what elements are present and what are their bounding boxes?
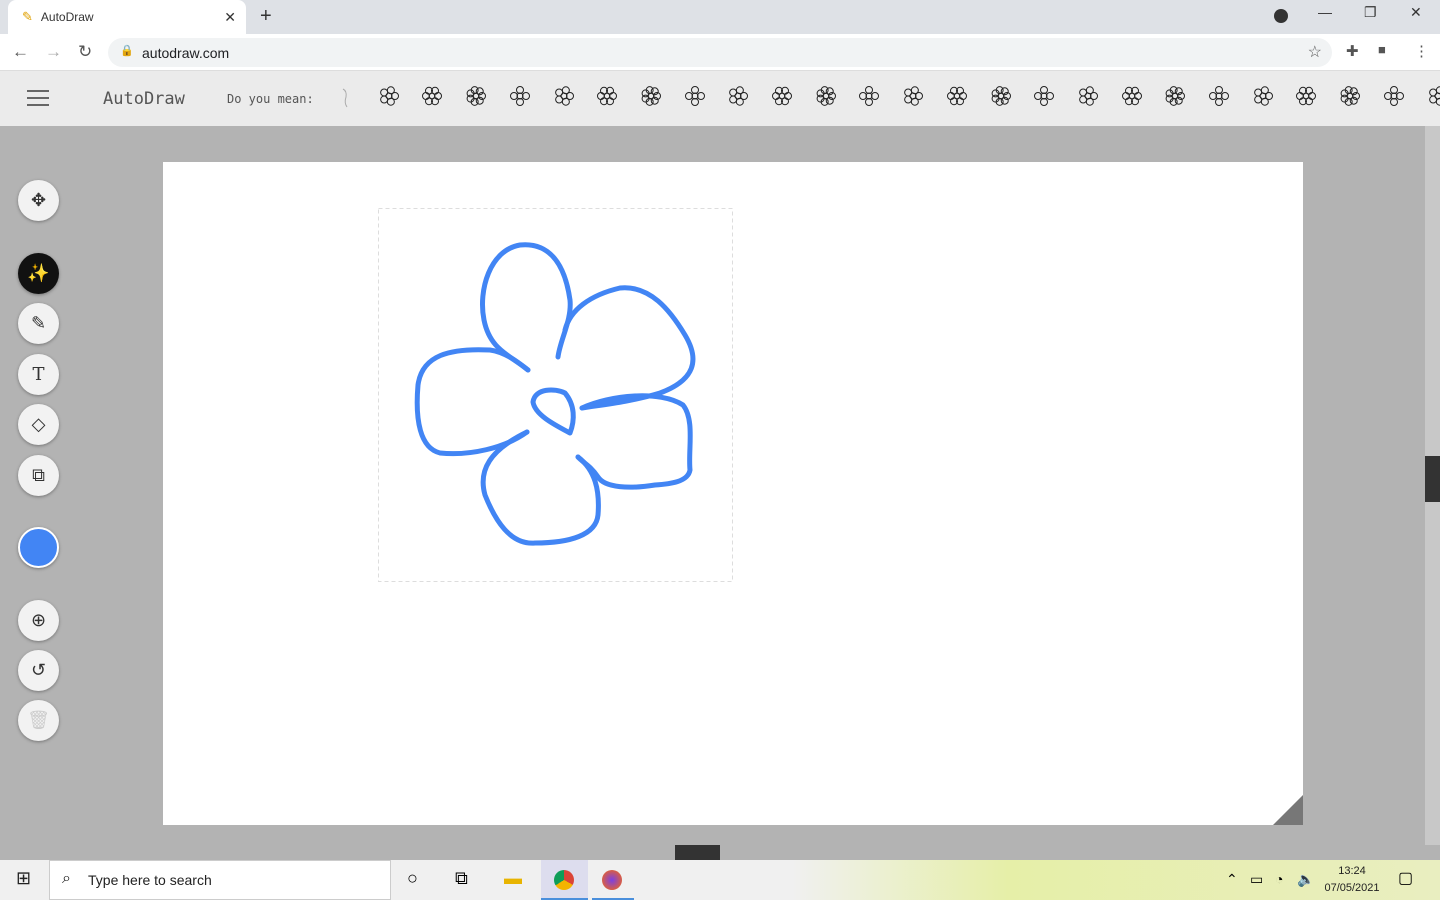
suggestion-frame-icon[interactable] — [1162, 85, 1188, 111]
color-picker-button[interactable] — [18, 527, 59, 568]
cortana-icon[interactable]: ○ — [407, 868, 418, 889]
draw-tool-button[interactable]: ✎ — [18, 303, 59, 344]
show-hidden-icons[interactable]: ⌃ — [1226, 871, 1238, 888]
extensions-icon[interactable]: ✚ — [1346, 42, 1359, 60]
task-view-icon[interactable]: ⧉ — [455, 868, 468, 889]
suggestion-flower-icon[interactable] — [376, 85, 402, 111]
suggestion-tripod-icon[interactable] — [594, 85, 620, 111]
clock[interactable]: 13:24 07/05/2021 — [1320, 863, 1384, 897]
autodraw-tool-button[interactable]: ✨ — [18, 253, 59, 294]
volume-icon[interactable]: 🔈 — [1297, 871, 1314, 888]
new-tab-button[interactable]: + — [260, 5, 272, 28]
suggestion-flower-7-icon[interactable] — [1337, 85, 1363, 111]
zoom-tool-button[interactable]: ⊕ — [18, 600, 59, 641]
browser-tab[interactable]: ✎ AutoDraw ✕ — [8, 0, 246, 34]
suggestion-cross-icon[interactable] — [551, 85, 577, 111]
meet-now-icon[interactable]: ▭ — [1250, 871, 1263, 888]
suggestion-cherry-icon[interactable] — [900, 85, 926, 111]
forward-button[interactable]: → — [45, 42, 62, 62]
suggestion-flower-5-icon[interactable] — [1075, 85, 1101, 111]
suggestion-plant-icon[interactable] — [507, 85, 533, 111]
notifications-icon[interactable]: ▢ — [1398, 868, 1413, 888]
taskbar-search-input[interactable]: ⌕ Type here to search — [49, 860, 391, 900]
suggestion-doodle-icon[interactable] — [332, 85, 358, 111]
suggestion-hand-icon[interactable] — [1425, 85, 1440, 111]
suggestion-door-icon[interactable] — [1206, 85, 1232, 111]
app-header: AutoDraw Do you mean: — [0, 71, 1440, 126]
firefox-taskbar-button[interactable] — [592, 860, 634, 900]
reload-button[interactable]: ↻ — [78, 42, 92, 62]
address-bar-row: ← → ↻ 🔒 autodraw.com ☆ ✚ ■ ⋮ — [0, 34, 1440, 71]
restore-button[interactable]: ❐ — [1364, 4, 1377, 21]
back-button[interactable]: ← — [12, 42, 29, 62]
fill-tool-button[interactable]: ◇ — [18, 404, 59, 445]
suggestion-cherries-icon[interactable] — [944, 85, 970, 111]
profile-icon[interactable] — [1274, 9, 1288, 23]
tab-title: AutoDraw — [40, 10, 94, 24]
firefox-icon — [602, 870, 622, 890]
move-tool-button[interactable]: ✥ — [18, 180, 59, 221]
suggestion-tree-icon[interactable] — [725, 85, 751, 111]
type-tool-button[interactable]: T — [18, 354, 59, 395]
suggestion-key-icon[interactable] — [988, 85, 1014, 111]
suggestion-brush-icon[interactable] — [1250, 85, 1276, 111]
hamburger-menu-icon[interactable] — [27, 90, 49, 106]
suggestion-flower-6-icon[interactable] — [1293, 85, 1319, 111]
app-logo: AutoDraw — [103, 89, 185, 109]
autodraw-favicon-icon: ✎ — [22, 9, 33, 24]
url-input[interactable]: 🔒 autodraw.com ☆ — [108, 38, 1332, 67]
windows-taskbar: ⊞ ⌕ Type here to search ○ ⧉ ▬ ⌃ ▭ ◔ 🔈 13… — [0, 860, 1440, 900]
browser-menu-icon[interactable]: ⋮ — [1414, 42, 1429, 60]
bookmark-star-icon[interactable]: ☆ — [1308, 42, 1322, 62]
suggestion-fan-icon[interactable] — [682, 85, 708, 111]
chrome-icon — [554, 870, 574, 890]
undo-button[interactable]: ↺ — [18, 650, 59, 691]
windows-start-icon[interactable]: ⊞ — [16, 868, 31, 889]
suggestion-grapes-icon[interactable] — [856, 85, 882, 111]
browser-tab-bar: ✎ AutoDraw ✕ + — ❐ ✕ — [0, 0, 1440, 34]
suggestion-flower-3-icon[interactable] — [463, 85, 489, 111]
flower-drawing — [414, 242, 696, 546]
time: 13:24 — [1338, 865, 1366, 877]
search-placeholder: Type here to search — [88, 872, 212, 888]
extension-icon[interactable]: ■ — [1378, 42, 1386, 57]
wifi-icon[interactable]: ◔ — [1275, 871, 1283, 887]
horizontal-scroll-thumb[interactable] — [675, 845, 720, 860]
suggestion-label: Do you mean: — [227, 92, 314, 106]
url-text: autodraw.com — [142, 45, 230, 61]
suggestion-clover-icon[interactable] — [1381, 85, 1407, 111]
drawing-canvas[interactable] — [163, 162, 1303, 825]
date: 07/05/2021 — [1324, 882, 1380, 894]
canvas-resize-handle[interactable] — [1273, 795, 1303, 825]
suggestion-flower-4-icon[interactable] — [1031, 85, 1057, 111]
selection-box — [378, 208, 733, 582]
minimize-button[interactable]: — — [1318, 4, 1332, 20]
shape-tool-button[interactable]: ⧉ — [18, 455, 59, 496]
close-window-button[interactable]: ✕ — [1410, 4, 1422, 21]
suggestion-pineapple-icon[interactable] — [813, 85, 839, 111]
file-explorer-icon[interactable]: ▬ — [504, 868, 522, 889]
vertical-scroll-thumb[interactable] — [1425, 456, 1440, 502]
suggestion-flower-2-icon[interactable] — [419, 85, 445, 111]
search-icon: ⌕ — [62, 870, 71, 887]
chrome-taskbar-button[interactable] — [541, 860, 588, 900]
suggestion-bee-icon[interactable] — [1119, 85, 1145, 111]
suggestion-oval-icon[interactable] — [769, 85, 795, 111]
delete-button[interactable]: 🗑 — [18, 700, 59, 741]
suggestion-ornament-icon[interactable] — [638, 85, 664, 111]
lock-icon: 🔒 — [120, 45, 134, 57]
close-tab-icon[interactable]: ✕ — [224, 9, 236, 26]
